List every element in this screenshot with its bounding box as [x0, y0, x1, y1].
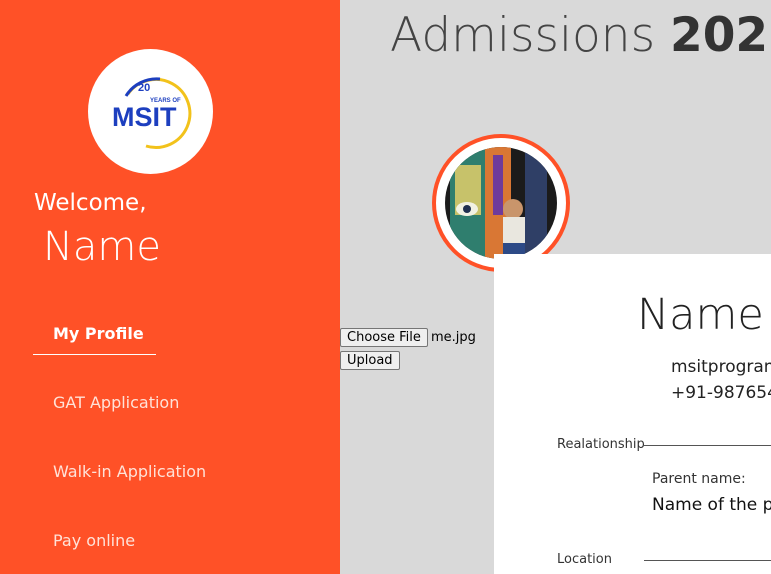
page-title: Admissions 2021 [390, 8, 771, 63]
upload-button[interactable]: Upload [340, 351, 400, 370]
profile-photo [445, 147, 557, 259]
welcome-text: Welcome, [34, 190, 147, 216]
location-divider [644, 560, 771, 561]
choose-file-button[interactable]: Choose File [340, 328, 428, 347]
card-email: msitprogram [671, 357, 771, 377]
logo-text: MSIT [112, 102, 177, 132]
profile-card: Name o msitprogram +91-987654 Realations… [494, 254, 771, 574]
nav-pay-online[interactable]: Pay online [53, 531, 135, 550]
nav-active-underline [33, 354, 156, 355]
nav-gat-application[interactable]: GAT Application [53, 393, 179, 412]
logo-years: 20 [138, 82, 150, 94]
profile-photo-graphic [445, 147, 557, 259]
msit-logo-graphic: 20 YEARS OF MSIT [112, 77, 192, 149]
relationship-label: Realationship [557, 437, 645, 452]
profile-photo-frame [432, 134, 570, 272]
card-phone: +91-987654 [671, 383, 771, 403]
location-label: Location [557, 552, 612, 567]
nav-walk-in-application[interactable]: Walk-in Application [53, 462, 206, 481]
card-title: Name o [637, 290, 771, 340]
parent-name-label: Parent name: [652, 471, 746, 487]
relationship-divider [644, 445, 771, 446]
user-name: Name [43, 224, 162, 270]
nav-my-profile[interactable]: My Profile [53, 324, 144, 343]
title-prefix: Admissions [390, 8, 656, 63]
title-year: 2021 [670, 8, 771, 63]
msit-logo: 20 YEARS OF MSIT [88, 49, 213, 174]
selected-file-name: me.jpg [431, 330, 476, 345]
sidebar: 20 YEARS OF MSIT Welcome, Name My Profil… [0, 0, 340, 574]
parent-name-value: Name of the pa [652, 495, 771, 515]
